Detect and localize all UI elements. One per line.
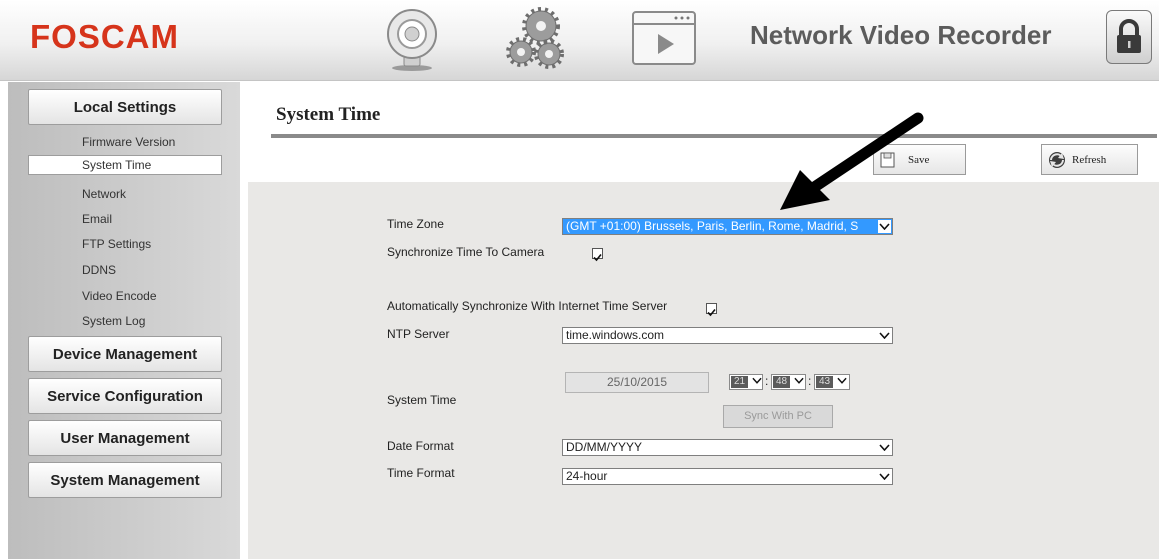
sync-camera-checkbox[interactable] bbox=[592, 248, 603, 262]
gears-icon[interactable] bbox=[505, 6, 569, 72]
annotation-arrow-icon bbox=[780, 112, 924, 210]
time-format-value: 24-hour bbox=[566, 469, 608, 483]
chevron-down-icon bbox=[878, 441, 891, 454]
minute-select[interactable]: 48 bbox=[771, 374, 806, 390]
time-separator: : bbox=[765, 374, 769, 388]
sidebar-item-system-log[interactable]: System Log bbox=[82, 314, 145, 328]
checkmark-icon bbox=[707, 308, 716, 317]
header-title: Network Video Recorder bbox=[750, 20, 1052, 50]
sync-with-pc-button[interactable]: Sync With PC bbox=[723, 405, 833, 428]
date-format-value: DD/MM/YYYY bbox=[566, 440, 643, 454]
page-title: System Time bbox=[276, 104, 381, 125]
auto-sync-checkbox[interactable] bbox=[706, 303, 717, 317]
ntp-server-value: time.windows.com bbox=[566, 328, 665, 342]
title-divider bbox=[271, 134, 1157, 138]
date-format-label: Date Format bbox=[387, 439, 454, 453]
refresh-button[interactable]: Refresh bbox=[1041, 144, 1138, 175]
chevron-down-icon bbox=[752, 377, 762, 384]
camera-icon[interactable] bbox=[382, 6, 442, 72]
hour-select[interactable]: 21 bbox=[729, 374, 763, 390]
ntp-server-label: NTP Server bbox=[387, 327, 450, 341]
system-time-label: System Time bbox=[387, 393, 457, 407]
logout-button[interactable] bbox=[1106, 10, 1152, 64]
sidebar-item-firmware-version[interactable]: Firmware Version bbox=[82, 135, 175, 149]
sidebar-item-video-encode[interactable]: Video Encode bbox=[82, 289, 157, 303]
sidebar-service-configuration[interactable]: Service Configuration bbox=[28, 378, 222, 414]
ntp-server-select[interactable]: time.windows.com bbox=[562, 327, 893, 344]
auto-sync-label: Automatically Synchronize With Internet … bbox=[387, 299, 668, 313]
lock-icon bbox=[1117, 19, 1141, 53]
foscam-logo: FOSCAM bbox=[30, 18, 179, 55]
playback-icon[interactable] bbox=[630, 6, 700, 70]
chevron-down-icon bbox=[794, 377, 804, 384]
sidebar-item-system-time[interactable]: System Time bbox=[28, 155, 222, 175]
sidebar-user-management[interactable]: User Management bbox=[28, 420, 222, 456]
date-input[interactable]: 25/10/2015 bbox=[565, 372, 709, 393]
chevron-down-icon bbox=[837, 377, 847, 384]
sidebar-device-management[interactable]: Device Management bbox=[28, 336, 222, 372]
time-format-select[interactable]: 24-hour bbox=[562, 468, 893, 485]
sidebar-local-settings[interactable]: Local Settings bbox=[28, 89, 222, 125]
date-format-select[interactable]: DD/MM/YYYY bbox=[562, 439, 893, 456]
minute-value: 48 bbox=[773, 376, 791, 388]
sidebar: Local Settings Firmware Version System T… bbox=[8, 82, 240, 559]
sidebar-item-email[interactable]: Email bbox=[82, 212, 112, 226]
sidebar-item-ftp-settings[interactable]: FTP Settings bbox=[82, 237, 151, 251]
time-format-label: Time Format bbox=[387, 466, 455, 480]
refresh-label: Refresh bbox=[1072, 153, 1107, 166]
time-separator: : bbox=[808, 374, 812, 388]
app-header: FOSCAM Network Video Recorder bbox=[0, 0, 1159, 81]
sync-camera-label: Synchronize Time To Camera bbox=[387, 245, 545, 259]
hour-value: 21 bbox=[731, 376, 749, 388]
sidebar-item-ddns[interactable]: DDNS bbox=[82, 263, 116, 277]
refresh-icon bbox=[1049, 151, 1065, 168]
sidebar-item-network[interactable]: Network bbox=[82, 187, 126, 201]
settings-panel bbox=[248, 182, 1159, 559]
checkmark-icon bbox=[593, 253, 602, 262]
second-select[interactable]: 43 bbox=[814, 374, 850, 390]
sidebar-system-management[interactable]: System Management bbox=[28, 462, 222, 498]
chevron-down-icon bbox=[878, 329, 891, 342]
chevron-down-icon bbox=[878, 470, 891, 483]
second-value: 43 bbox=[816, 376, 834, 388]
time-zone-label: Time Zone bbox=[387, 217, 444, 231]
